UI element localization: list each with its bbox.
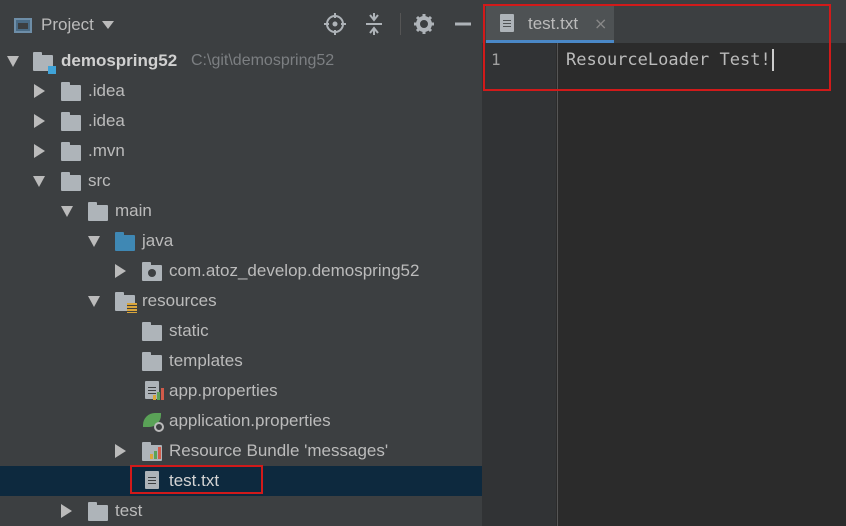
tree-row-main[interactable]: main — [0, 196, 482, 226]
collapse-all-icon[interactable] — [361, 11, 387, 37]
source-folder-icon — [115, 232, 135, 251]
collapse-arrow-icon[interactable] — [34, 144, 45, 158]
project-title: Project — [41, 15, 94, 34]
minimize-icon[interactable] — [450, 11, 476, 37]
tree-row-src[interactable]: src — [0, 166, 482, 196]
folder-icon — [88, 202, 108, 221]
tree-row-idea-2[interactable]: .idea — [0, 106, 482, 136]
expand-arrow-icon[interactable] — [88, 296, 100, 307]
tree-label: .mvn — [88, 141, 125, 160]
tree-row-app-properties[interactable]: app.properties — [0, 376, 482, 406]
tree-row-templates[interactable]: templates — [0, 346, 482, 376]
header-divider — [400, 13, 401, 35]
tree-label: Resource Bundle 'messages' — [169, 441, 389, 460]
tree-row-java[interactable]: java — [0, 226, 482, 256]
module-path: C:\git\demospring52 — [191, 52, 335, 69]
spring-leaf-icon — [143, 413, 164, 432]
tree-label: .idea — [88, 111, 125, 130]
folder-icon — [88, 502, 108, 521]
expand-arrow-icon[interactable] — [7, 56, 19, 67]
collapse-arrow-icon[interactable] — [34, 84, 45, 98]
tree-row-resource-bundle[interactable]: Resource Bundle 'messages' — [0, 436, 482, 466]
folder-icon — [142, 322, 162, 341]
highlight-box-editor — [483, 4, 831, 91]
collapse-arrow-icon[interactable] — [61, 504, 72, 518]
highlight-box-tree-file — [130, 465, 263, 494]
folder-icon — [61, 82, 81, 101]
tree-label: .idea — [88, 81, 125, 100]
tree-label: demospring52 — [61, 51, 178, 70]
tree-label: test — [115, 501, 143, 520]
expand-arrow-icon[interactable] — [61, 206, 73, 217]
expand-arrow-icon[interactable] — [88, 236, 100, 247]
tree-row-demospring52[interactable]: demospring52 C:\git\demospring52 — [0, 46, 482, 76]
tree-label: app.properties — [169, 381, 278, 400]
chevron-down-icon[interactable] — [101, 21, 114, 29]
tree-row-application-properties[interactable]: application.properties — [0, 406, 482, 436]
tree-row-package[interactable]: com.atoz_develop.demospring52 — [0, 256, 482, 286]
tree-row-idea[interactable]: .idea — [0, 76, 482, 106]
tree-row-resources[interactable]: resources — [0, 286, 482, 316]
collapse-arrow-icon[interactable] — [34, 114, 45, 128]
expand-arrow-icon[interactable] — [33, 176, 45, 187]
project-panel: Project demospring52 C:\git\demospring52… — [0, 0, 482, 526]
folder-icon — [61, 172, 81, 191]
collapse-arrow-icon[interactable] — [115, 444, 126, 458]
gutter-divider — [557, 43, 558, 526]
project-view-selector[interactable]: Project — [14, 12, 114, 38]
gear-icon[interactable] — [411, 11, 437, 37]
folder-icon — [61, 142, 81, 161]
editor-panel: test.txt × 1 ResourceLoader Test! — [482, 0, 846, 526]
project-icon — [14, 17, 32, 33]
tree-label: com.atoz_develop.demospring52 — [169, 261, 420, 280]
package-icon — [142, 262, 162, 281]
folder-icon — [61, 112, 81, 131]
resource-bundle-icon — [142, 442, 162, 461]
tree-label: templates — [169, 351, 243, 370]
tree-label: resources — [142, 291, 217, 310]
tree-label: java — [142, 231, 174, 250]
tree-label: static — [169, 321, 209, 340]
properties-file-icon — [145, 381, 164, 400]
tree-label: main — [115, 201, 152, 220]
tree-label: src — [88, 171, 111, 190]
module-folder-icon — [33, 52, 56, 74]
project-panel-header: Project — [0, 0, 482, 46]
tree-row-mvn[interactable]: .mvn — [0, 136, 482, 166]
tree-label: application.properties — [169, 411, 331, 430]
folder-icon — [142, 352, 162, 371]
resources-folder-icon — [115, 292, 137, 313]
tree-row-test[interactable]: test — [0, 496, 482, 526]
locate-crosshair-icon[interactable] — [322, 11, 348, 37]
tree-row-static[interactable]: static — [0, 316, 482, 346]
collapse-arrow-icon[interactable] — [115, 264, 126, 278]
line-number-gutter — [482, 43, 556, 526]
